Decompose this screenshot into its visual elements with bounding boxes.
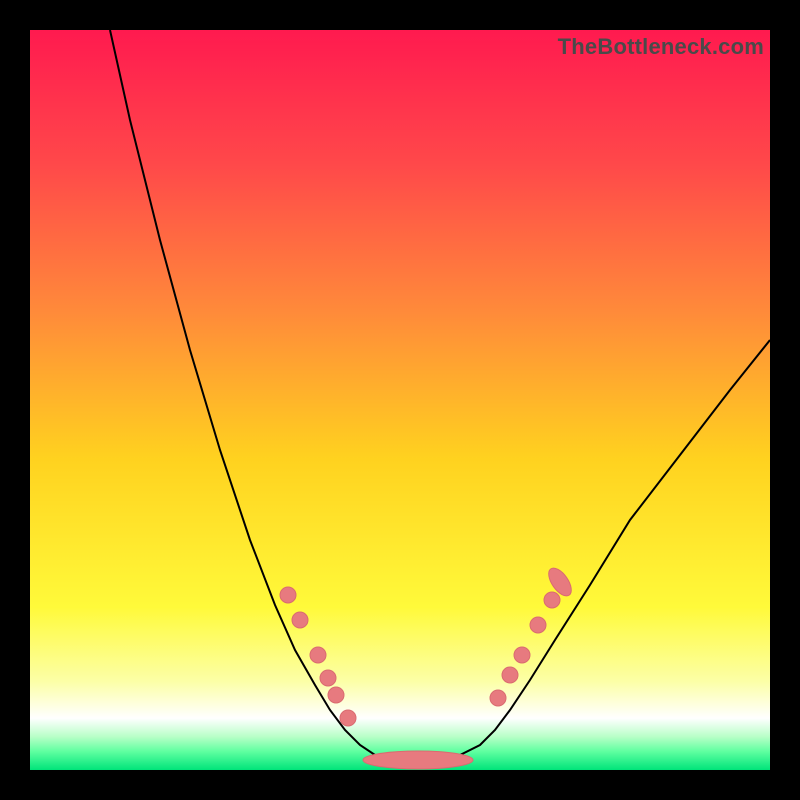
marker-dot [310, 647, 326, 663]
marker-dot [280, 587, 296, 603]
marker-dot [514, 647, 530, 663]
marker-dot [328, 687, 344, 703]
watermark-label: TheBottleneck.com [558, 34, 764, 60]
plot-area: TheBottleneck.com [30, 30, 770, 770]
marker-dot [544, 592, 560, 608]
valley-curve [110, 30, 770, 760]
marker-dot [530, 617, 546, 633]
curve-layer [30, 30, 770, 770]
marker-dot [340, 710, 356, 726]
marker-dot [320, 670, 336, 686]
chart-frame: TheBottleneck.com [0, 0, 800, 800]
marker-dot [292, 612, 308, 628]
marker-dot [502, 667, 518, 683]
marker-dot [490, 690, 506, 706]
marker-flat-oval [363, 751, 473, 769]
markers-left [280, 587, 356, 726]
marker-flat [363, 751, 473, 769]
